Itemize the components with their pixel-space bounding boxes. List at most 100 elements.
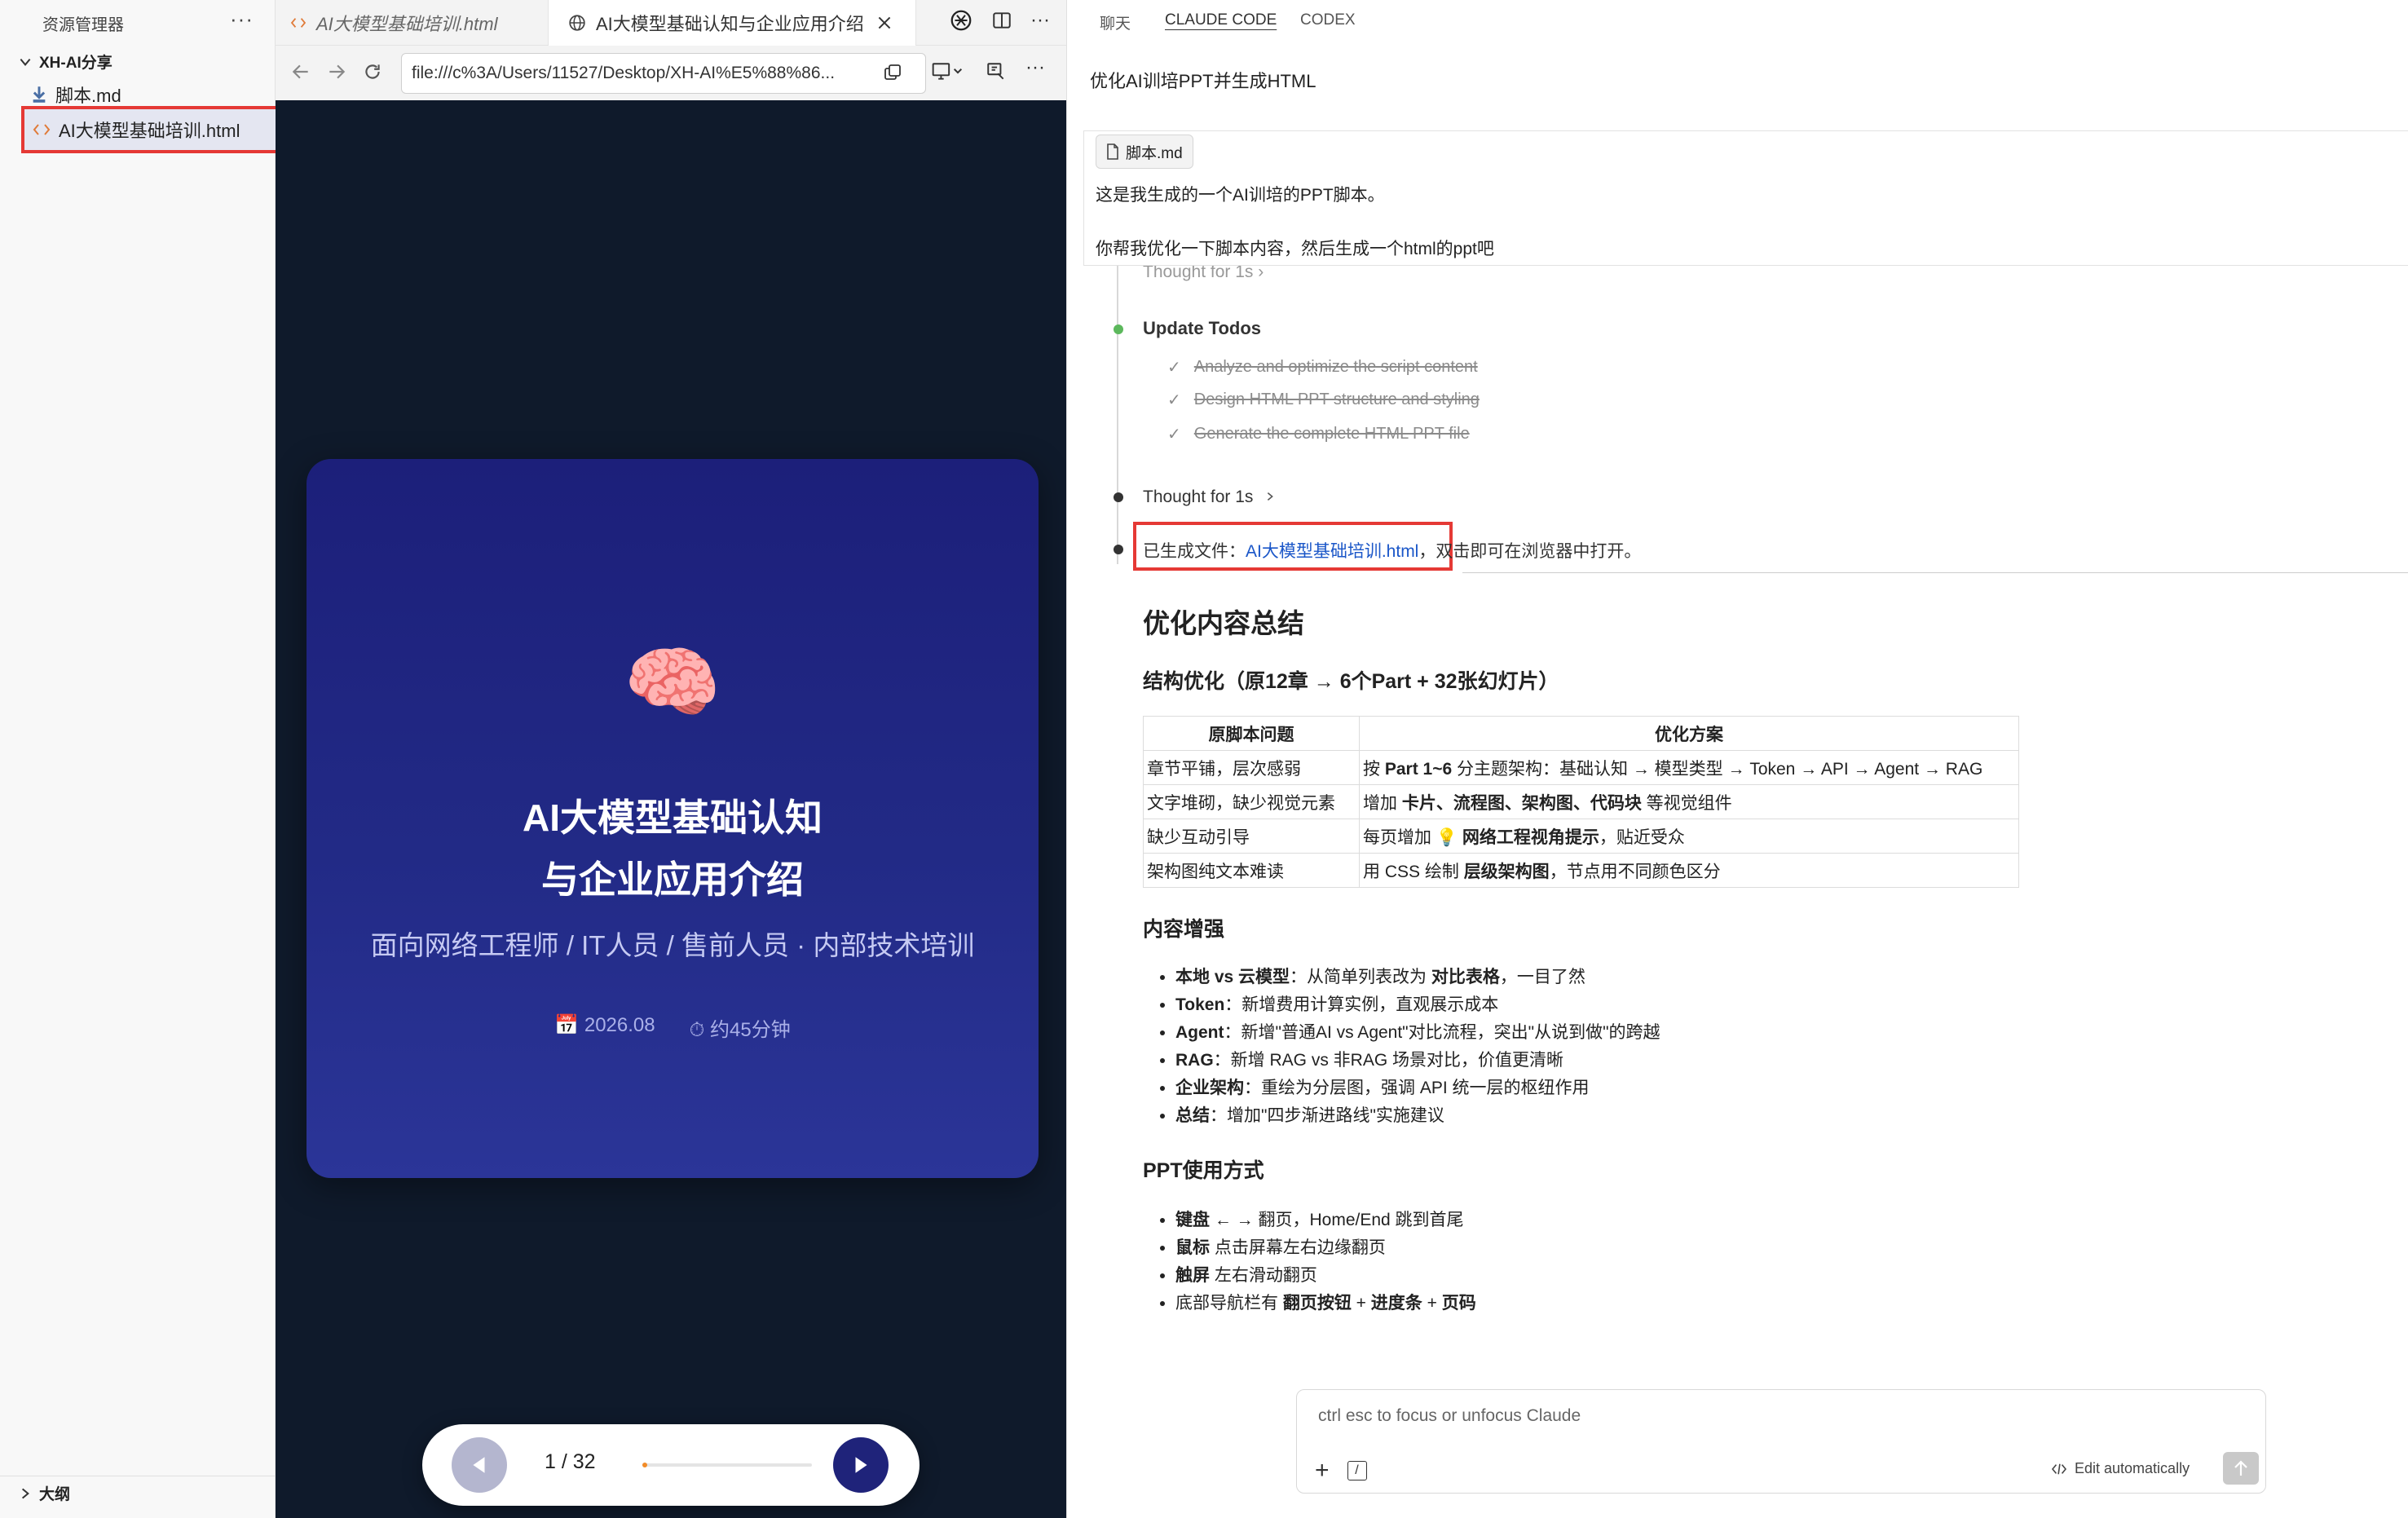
tab-more-button[interactable]: ··· — [1030, 9, 1050, 32]
slide-title-line1: AI大模型基础认知 — [523, 797, 823, 839]
table-header: 优化方案 — [1359, 716, 2019, 751]
code-icon — [2051, 1463, 2067, 1474]
check-icon: ✓ — [1167, 426, 1181, 443]
list-item: 鼠标 点击屏幕左右边缘翻页 — [1175, 1234, 1476, 1262]
slash-command-button[interactable]: / — [1347, 1461, 1367, 1480]
content-list: 本地 vs 云模型：从简单列表改为 对比表格，一目了然 Token：新增费用计算… — [1158, 964, 1660, 1130]
list-item: 底部导航栏有 翻页按钮 + 进度条 + 页码 — [1175, 1290, 1476, 1317]
triangle-left-icon — [473, 1457, 485, 1473]
timer-icon: ⏱ — [689, 1019, 705, 1041]
html-code-icon — [290, 18, 307, 28]
progress-fill — [642, 1463, 648, 1467]
usage-heading: PPT使用方式 — [1143, 1159, 1264, 1182]
page-counter: 1 / 32 — [545, 1450, 596, 1473]
chevron-right-icon — [21, 1488, 29, 1498]
browser-pane: AI大模型基础培训.html AI大模型基础认知与企业应用介绍 ··· file… — [276, 0, 1066, 1518]
folder-xh-ai[interactable]: XH-AI分享 — [18, 51, 112, 73]
outline-section[interactable]: 大纲 — [18, 1482, 70, 1504]
tab-chat[interactable]: 聊天 — [1100, 11, 1131, 33]
update-todos-label: Update Todos — [1143, 318, 1262, 338]
input-toolbar: + / — [1315, 1457, 1367, 1485]
outline-label: 大纲 — [39, 1486, 71, 1503]
back-arrow-icon[interactable] — [290, 61, 311, 82]
todo-item: ✓ Analyze and optimize the script content — [1167, 358, 1478, 377]
step-done-dot — [1114, 324, 1123, 334]
generated-file-link[interactable]: AI大模型基础培训.html — [1246, 542, 1418, 561]
thought-toggle[interactable]: Thought for 1s — [1143, 488, 1276, 507]
file-label: AI大模型基础培训.html — [59, 121, 240, 141]
summary-heading: 优化内容总结 — [1143, 608, 1304, 638]
list-item: RAG：新增 RAG vs 非RAG 场景对比，价值更清晰 — [1175, 1047, 1660, 1075]
structure-heading: 结构优化（原12章 → 6个Part + 32张幻灯片） — [1143, 670, 1559, 693]
reload-icon[interactable] — [362, 61, 383, 82]
explorer-sidebar: 资源管理器 ··· XH-AI分享 脚本.md AI大模型基础培训.html 大… — [0, 0, 279, 1518]
list-item: 企业架构：重绘为分层图，强调 API 统一层的枢纽作用 — [1175, 1075, 1660, 1102]
address-bar[interactable]: file:///c%3A/Users/11527/Desktop/XH-AI%E… — [401, 53, 926, 94]
table-header: 原脚本问题 — [1143, 716, 1360, 751]
attachment-name: 脚本.md — [1126, 144, 1183, 162]
tab-slide-page[interactable]: AI大模型基础认知与企业应用介绍 — [548, 0, 916, 46]
slide-meta: 📅 2026.08 ⏱ 约45分钟 — [307, 1013, 1039, 1042]
slide-duration: ⏱ 约45分钟 — [689, 1019, 791, 1041]
add-attachment-button[interactable]: + — [1315, 1457, 1330, 1485]
markdown-download-icon — [33, 86, 46, 103]
brain-icon: 🧠 — [624, 639, 721, 726]
list-item: 本地 vs 云模型：从简单列表改为 对比表格，一目了然 — [1175, 964, 1660, 991]
file-item-ai-training-html[interactable]: AI大模型基础培训.html — [21, 106, 279, 153]
close-icon[interactable] — [875, 14, 893, 32]
tab-label: AI大模型基础培训.html — [316, 14, 498, 34]
step-dot — [1114, 492, 1123, 502]
openai-icon[interactable] — [949, 8, 973, 33]
chat-input-box[interactable]: ctrl esc to focus or unfocus Claude + / … — [1296, 1389, 2266, 1494]
file-item-script-md[interactable]: 脚本.md — [31, 82, 121, 108]
triangle-right-icon — [855, 1457, 867, 1473]
screencast-icon[interactable] — [931, 61, 964, 82]
html-code-icon — [33, 124, 51, 135]
send-button[interactable] — [2223, 1452, 2259, 1485]
next-slide-button[interactable] — [833, 1437, 889, 1493]
table-row: 缺少互动引导 每页增加 💡 网络工程视角提示，贴近受众 — [1143, 819, 2019, 854]
explorer-more-button[interactable]: ··· — [230, 7, 254, 32]
content-heading: 内容增强 — [1143, 918, 1225, 941]
forward-arrow-icon[interactable] — [326, 61, 347, 82]
browser-tab-bar: AI大模型基础培训.html AI大模型基础认知与企业应用介绍 ··· — [276, 0, 1066, 46]
progress-bar[interactable] — [642, 1463, 812, 1467]
chat-input-placeholder: ctrl esc to focus or unfocus Claude — [1318, 1406, 1581, 1425]
tab-codex[interactable]: CODEX — [1300, 11, 1356, 29]
slide-navigation-bar: 1 / 32 — [422, 1424, 920, 1506]
list-item: 触屏 左右滑动翻页 — [1175, 1262, 1476, 1290]
browser-more-button[interactable]: ··· — [1025, 56, 1045, 79]
folder-label: XH-AI分享 — [39, 55, 112, 72]
list-item: Token：新增费用计算实例，直观展示成本 — [1175, 991, 1660, 1019]
table-row: 章节平铺，层次感弱 按 Part 1~6 分主题架构：基础认知 → 模型类型 →… — [1143, 750, 2019, 785]
explorer-title: 资源管理器 — [42, 16, 124, 34]
split-view-icon[interactable] — [991, 10, 1012, 31]
chevron-down-icon — [20, 58, 31, 66]
prev-slide-button[interactable] — [452, 1437, 507, 1493]
arrow-up-icon — [2234, 1460, 2247, 1476]
tab-label: AI大模型基础认知与企业应用介绍 — [596, 14, 864, 34]
page-viewport: 🧠 AI大模型基础认知 与企业应用介绍 面向网络工程师 / IT人员 / 售前人… — [276, 100, 1066, 1518]
thought-collapsed-partial[interactable]: Thought for 1s › — [1143, 266, 1264, 285]
table-header-row: 原脚本问题 优化方案 — [1143, 716, 2019, 751]
slide-date: 📅 2026.08 — [554, 1014, 655, 1036]
tab-html-file[interactable]: AI大模型基础培训.html — [287, 0, 548, 46]
inspect-icon[interactable] — [985, 61, 1008, 82]
browser-nav-bar: file:///c%3A/Users/11527/Desktop/XH-AI%E… — [276, 46, 1066, 100]
list-item: 键盘 ← → 翻页，Home/End 跳到首尾 — [1175, 1207, 1476, 1234]
edit-mode-toggle[interactable]: Edit automatically — [2050, 1460, 2190, 1477]
tab-claude-code[interactable]: CLAUDE CODE — [1165, 11, 1277, 29]
list-item: 总结：增加"四步渐进路线"实施建议 — [1175, 1102, 1660, 1130]
table-row: 文字堆砌，缺少视觉元素 增加 卡片、流程图、架构图、代码块 等视觉组件 — [1143, 784, 2019, 819]
file-icon — [1107, 143, 1118, 160]
generated-file-line: 已生成文件：AI大模型基础培训.html，双击即可在浏览器中打开。 — [1143, 542, 1642, 561]
slide-title-line2: 与企业应用介绍 — [541, 858, 804, 901]
todo-item: ✓ Generate the complete HTML PPT file — [1167, 425, 1470, 443]
message-line: 这是我生成的一个AI训培的PPT脚本。 — [1096, 186, 1385, 205]
file-label: 脚本.md — [55, 86, 121, 106]
message-line: 你帮我优化一下脚本内容，然后生成一个html的ppt吧 — [1096, 240, 1494, 258]
calendar-icon: 📅 — [554, 1014, 580, 1036]
copy-icon[interactable] — [882, 63, 903, 82]
attachment-chip[interactable]: 脚本.md — [1096, 135, 1193, 169]
slide-subtitle: 面向网络工程师 / IT人员 / 售前人员 · 内部技术培训 — [370, 930, 975, 960]
